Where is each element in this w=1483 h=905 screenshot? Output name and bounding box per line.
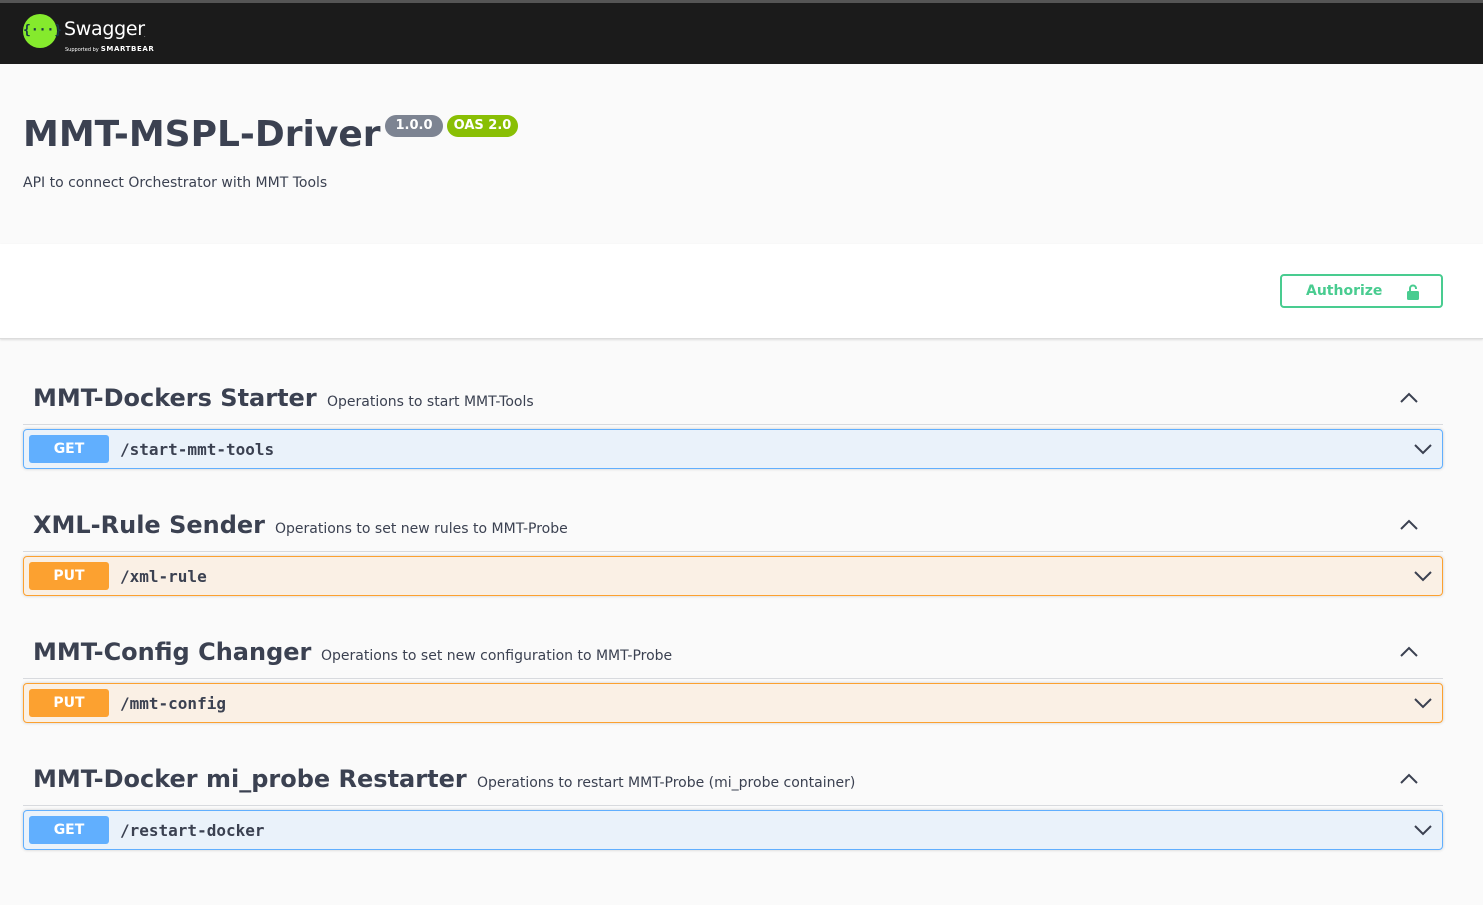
tag-name: MMT-Docker mi_probe Restarter — [33, 765, 467, 793]
operation-path: /mmt-config — [120, 694, 226, 713]
authorize-label: Authorize — [1306, 283, 1383, 299]
operation-get-start-mmt-tools[interactable]: GET /start-mmt-tools — [23, 429, 1443, 469]
chevron-down-icon[interactable] — [1413, 820, 1433, 840]
chevron-down-icon[interactable] — [1413, 693, 1433, 713]
topbar: {···} Swagger . Supported by SMARTBEAR — [0, 3, 1483, 64]
chevron-down-icon[interactable] — [1413, 566, 1433, 586]
tag-description: Operations to set new configuration to M… — [321, 648, 673, 664]
authorize-button[interactable]: Authorize — [1280, 274, 1443, 308]
tag-name: MMT-Config Changer — [33, 638, 312, 666]
tag-section-mmt-docker-mi-probe-restarter[interactable]: MMT-Docker mi_probe Restarter Operations… — [23, 751, 1443, 806]
operation-path: /restart-docker — [120, 821, 265, 840]
tag-section-mmt-dockers-starter[interactable]: MMT-Dockers Starter Operations to start … — [23, 370, 1443, 425]
chevron-up-icon[interactable] — [1399, 642, 1419, 662]
scheme-container — [0, 244, 1483, 339]
method-badge: GET — [29, 435, 109, 463]
brand-name[interactable]: Swagger — [64, 18, 145, 40]
operation-put-xml-rule[interactable]: PUT /xml-rule — [23, 556, 1443, 596]
api-title: MMT-MSPL-Driver — [23, 114, 381, 155]
tag-description: Operations to set new rules to MMT-Probe — [275, 521, 568, 537]
operation-path: /start-mmt-tools — [120, 440, 275, 459]
tag-name: MMT-Dockers Starter — [33, 384, 317, 412]
method-badge: GET — [29, 816, 109, 844]
version-badge: 1.0.0 — [385, 115, 443, 137]
operation-put-mmt-config[interactable]: PUT /mmt-config — [23, 683, 1443, 723]
method-badge: PUT — [29, 562, 109, 590]
operation-path: /xml-rule — [120, 567, 207, 586]
tag-name: XML-Rule Sender — [33, 511, 266, 539]
tag-section-xml-rule-sender[interactable]: XML-Rule Sender Operations to set new ru… — [23, 497, 1443, 552]
logo-glyph: {···} — [23, 23, 63, 38]
tag-section-mmt-config-changer[interactable]: MMT-Config Changer Operations to set new… — [23, 624, 1443, 679]
chevron-up-icon[interactable] — [1399, 388, 1419, 408]
tag-description: Operations to restart MMT-Probe (mi_prob… — [477, 775, 856, 791]
chevron-up-icon[interactable] — [1399, 515, 1419, 535]
api-description: API to connect Orchestrator with MMT Too… — [23, 175, 328, 191]
supported-by-label: Supported by — [65, 47, 99, 53]
method-badge: PUT — [29, 689, 109, 717]
swagger-logo-icon[interactable]: {···} — [23, 14, 63, 48]
chevron-up-icon[interactable] — [1399, 769, 1419, 789]
operation-get-restart-docker[interactable]: GET /restart-docker — [23, 810, 1443, 850]
oas-badge: OAS 2.0 — [447, 115, 518, 137]
smartbear-label: SMARTBEAR — [100, 45, 155, 53]
tag-description: Operations to start MMT-Tools — [327, 394, 534, 410]
supported-by: Supported by SMARTBEAR — [65, 45, 154, 53]
brand-mark: . — [144, 33, 146, 39]
chevron-down-icon[interactable] — [1413, 439, 1433, 459]
unlocked-lock-icon — [1407, 284, 1419, 300]
